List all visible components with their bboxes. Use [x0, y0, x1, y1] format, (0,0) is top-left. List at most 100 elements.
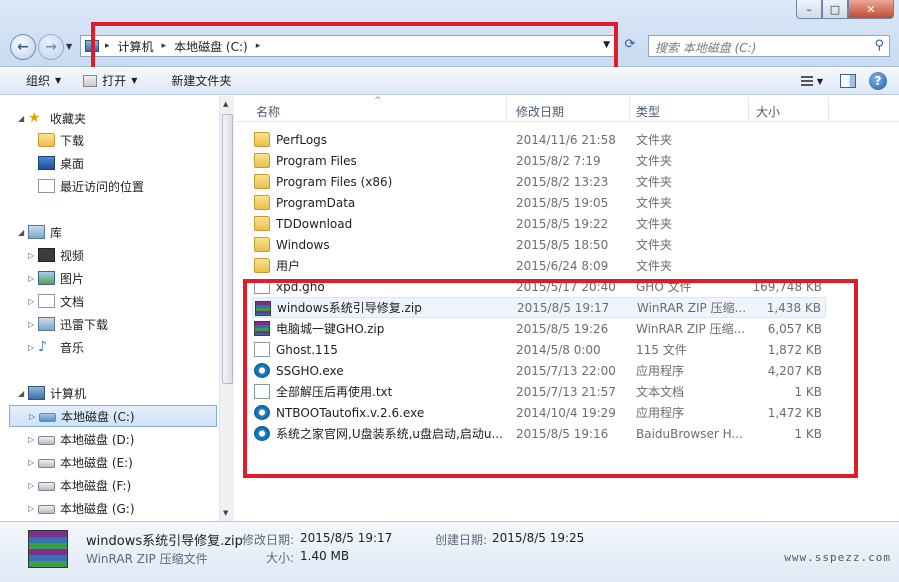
sidebar-item-recent-places[interactable]: 最近访问的位置	[38, 175, 144, 197]
file-row[interactable]: 用户 2015/6/24 8:09 文件夹	[252, 255, 826, 276]
file-icon	[254, 279, 270, 294]
chevron-right-icon[interactable]: ▸	[162, 41, 167, 51]
preview-pane-button[interactable]	[837, 71, 859, 91]
column-divider[interactable]	[506, 98, 507, 120]
details-created-label: 创建日期:	[435, 533, 488, 547]
search-input[interactable]: 搜索 本地磁盘 (C:) ⚲	[648, 35, 890, 57]
sidebar-label: 下载	[60, 133, 85, 148]
file-row[interactable]: 系统之家官网,U盘装系统,u盘启动,启动u... 2015/8/5 19:16 Ba…	[252, 423, 826, 444]
sidebar-item-videos[interactable]: ▷ 视频	[28, 244, 84, 266]
collapse-triangle-icon[interactable]: ▷	[28, 481, 38, 490]
file-row[interactable]: Program Files (x86) 2015/8/2 13:23 文件夹	[252, 171, 826, 192]
system-drive-icon	[39, 413, 56, 422]
file-row[interactable]: ProgramData 2015/8/5 19:05 文件夹	[252, 192, 826, 213]
scroll-up-icon[interactable]: ▲	[223, 100, 228, 108]
open-label: 打开	[102, 74, 127, 88]
file-row[interactable]: 电脑城一键GHO.zip 2015/8/5 19:26 WinRAR ZIP 压缩.…	[252, 318, 826, 339]
folder-icon	[254, 132, 270, 147]
sidebar-item-computer[interactable]: ◢ 计算机	[18, 382, 86, 404]
sidebar-item-favorites[interactable]: ◢ ★ 收藏夹	[18, 107, 86, 129]
sidebar-item-music[interactable]: ▷ ♪ 音乐	[28, 336, 84, 358]
file-modified-date: 2015/8/5 19:26	[516, 321, 609, 336]
sidebar-item-drive-d[interactable]: ▷ 本地磁盘 (D:)	[28, 428, 134, 450]
open-button[interactable]: 打开 ▼	[83, 72, 137, 89]
breadcrumb-computer[interactable]: 计算机	[118, 38, 154, 55]
new-folder-button[interactable]: 新建文件夹	[171, 72, 231, 89]
organize-label: 组织	[26, 74, 51, 88]
collapse-triangle-icon[interactable]: ▷	[28, 297, 38, 306]
sidebar-item-thunder-downloads[interactable]: ▷ 迅雷下载	[28, 313, 108, 335]
column-divider[interactable]	[748, 98, 749, 120]
sidebar-label: 音乐	[60, 340, 85, 355]
file-row[interactable]: windows系统引导修复.zip 2015/8/5 19:17 WinRAR ZI…	[252, 297, 826, 318]
file-type: 文件夹	[636, 259, 673, 273]
sidebar-label: 最近访问的位置	[60, 179, 145, 194]
scroll-down-icon[interactable]: ▼	[223, 509, 228, 517]
address-dropdown-icon[interactable]: ▼	[603, 40, 610, 50]
forward-button[interactable]: →	[38, 34, 64, 60]
sidebar-item-pictures[interactable]: ▷ 图片	[28, 267, 84, 289]
sidebar-item-desktop[interactable]: 桌面	[38, 152, 84, 174]
collapse-triangle-icon[interactable]: ▷	[28, 343, 38, 352]
help-icon: ?	[869, 72, 887, 90]
back-button[interactable]: ←	[10, 34, 36, 60]
refresh-button[interactable]: ⟳	[620, 37, 640, 55]
breadcrumb-local-disk-c[interactable]: 本地磁盘 (C:)	[174, 38, 248, 55]
collapse-triangle-icon[interactable]: ▷	[28, 504, 38, 513]
file-size: 1 KB	[794, 384, 822, 399]
recent-pages-dropdown[interactable]: ▼	[66, 42, 72, 51]
collapse-triangle-icon[interactable]: ▷	[29, 412, 39, 421]
file-name: Program Files (x86)	[276, 174, 393, 189]
file-modified-date: 2015/8/5 19:16	[516, 426, 609, 441]
expand-triangle-icon[interactable]: ◢	[18, 389, 28, 398]
expand-triangle-icon[interactable]: ◢	[18, 228, 28, 237]
sidebar-item-drive-e[interactable]: ▷ 本地磁盘 (E:)	[28, 451, 133, 473]
column-header-name[interactable]: 名称	[256, 103, 280, 120]
chevron-right-icon[interactable]: ▸	[256, 41, 261, 51]
help-button[interactable]: ?	[867, 71, 889, 91]
collapse-triangle-icon[interactable]: ▷	[28, 320, 38, 329]
file-row[interactable]: Program Files 2015/8/2 7:19 文件夹	[252, 150, 826, 171]
collapse-triangle-icon[interactable]: ▷	[28, 458, 38, 467]
close-button[interactable]: ✕	[848, 0, 894, 19]
collapse-triangle-icon[interactable]: ▷	[28, 274, 38, 283]
address-bar[interactable]: ▸ 计算机 ▸ 本地磁盘 (C:) ▸ ▼	[80, 35, 615, 57]
file-row[interactable]: NTBOOTautofix.v.2.6.exe 2014/10/4 19:29 应用…	[252, 402, 826, 423]
folder-icon	[254, 216, 270, 231]
file-row[interactable]: 全部解压后再使用.txt 2015/7/13 21:57 文本文档 1 KB	[252, 381, 826, 402]
details-pane: windows系统引导修复.zip WinRAR ZIP 压缩文件 修改日期: …	[0, 521, 899, 582]
column-header-type[interactable]: 类型	[636, 103, 660, 120]
minimize-button[interactable]: –	[796, 0, 822, 19]
collapse-triangle-icon[interactable]: ▷	[28, 251, 38, 260]
sidebar-item-libraries[interactable]: ◢ 库	[18, 221, 62, 243]
sidebar-label: 本地磁盘 (F:)	[60, 478, 132, 493]
sidebar-label: 文档	[60, 294, 85, 309]
sidebar-item-drive-f[interactable]: ▷ 本地磁盘 (F:)	[28, 474, 131, 496]
maximize-button[interactable]: □	[822, 0, 848, 19]
file-row[interactable]: TDDownload 2015/8/5 19:22 文件夹	[252, 213, 826, 234]
sidebar-item-documents[interactable]: ▷ 文档	[28, 290, 84, 312]
collapse-triangle-icon[interactable]: ▷	[28, 435, 38, 444]
expand-triangle-icon[interactable]: ◢	[18, 114, 28, 123]
sidebar-scrollbar[interactable]: ▲ ▼	[219, 96, 234, 521]
sidebar-item-drive-c[interactable]: ▷ 本地磁盘 (C:)	[9, 405, 217, 427]
file-row[interactable]: xpd.gho 2015/5/17 20:40 GHO 文件 169,748 KB	[252, 276, 826, 297]
change-view-button[interactable]: ▼	[801, 71, 823, 91]
file-row[interactable]: SSGHO.exe 2015/7/13 22:00 应用程序 4,207 KB	[252, 360, 826, 381]
column-divider[interactable]	[828, 98, 829, 120]
details-size-label: 大小:	[266, 551, 295, 565]
column-header-modified[interactable]: 修改日期	[516, 103, 564, 120]
file-row[interactable]: Ghost.115 2014/5/8 0:00 115 文件 1,872 KB	[252, 339, 826, 360]
sidebar-item-drive-g[interactable]: ▷ 本地磁盘 (G:)	[28, 497, 135, 519]
organize-menu[interactable]: 组织 ▼	[26, 72, 61, 89]
sidebar-item-downloads[interactable]: 下载	[38, 129, 84, 151]
file-row[interactable]: Windows 2015/8/5 18:50 文件夹	[252, 234, 826, 255]
search-icon[interactable]: ⚲	[874, 38, 884, 53]
scrollbar-thumb[interactable]	[222, 114, 233, 384]
file-type: 应用程序	[636, 364, 685, 378]
file-type: 文件夹	[636, 133, 673, 147]
chevron-right-icon[interactable]: ▸	[105, 41, 110, 51]
column-divider[interactable]	[629, 98, 630, 120]
file-row[interactable]: PerfLogs 2014/11/6 21:58 文件夹	[252, 129, 826, 150]
column-header-size[interactable]: 大小	[756, 103, 780, 120]
